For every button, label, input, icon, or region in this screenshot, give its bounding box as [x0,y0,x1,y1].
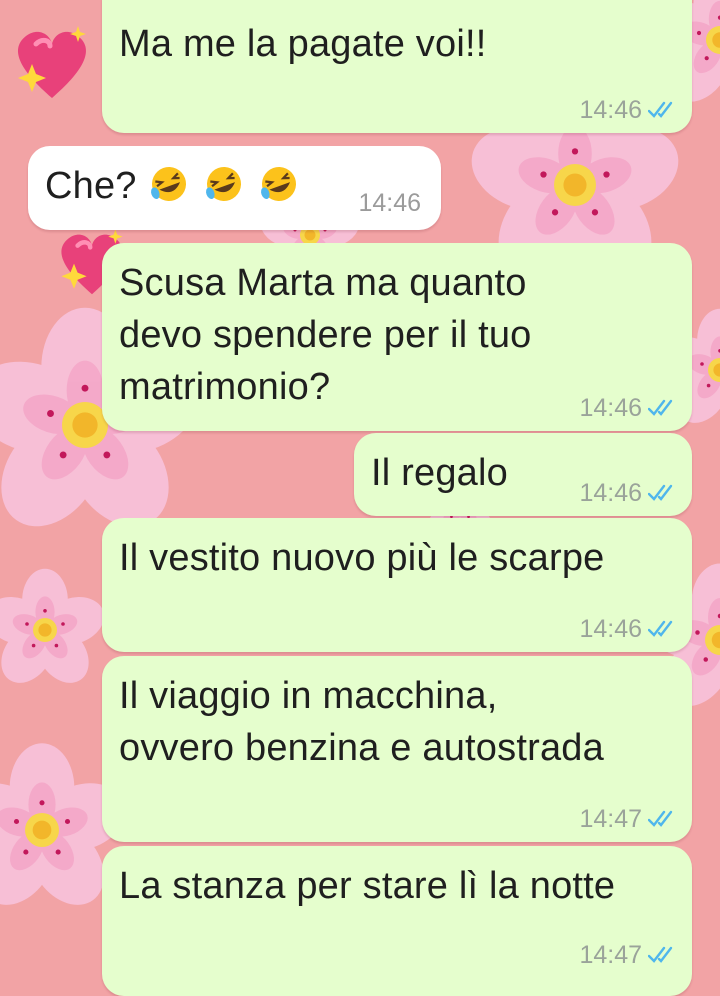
message-time: 14:46 [579,95,642,124]
message-time: 14:46 [579,393,642,422]
message-text: Che? [45,165,137,207]
message-time: 14:46 [579,478,642,507]
message-content: Che? [45,160,301,212]
message-text: Scusa Marta ma quanto devo spendere per … [119,257,532,413]
message-meta: 14:47 [579,940,678,970]
message-text: Il vestito nuovo più le scarpe [119,537,605,579]
outgoing-message[interactable]: Scusa Marta ma quanto devo spendere per … [102,243,692,431]
double-check-read-icon [648,101,678,119]
outgoing-message[interactable]: Il viaggio in macchina, ovvero benzina e… [102,656,692,842]
double-check-read-icon [648,620,678,638]
message-list[interactable]: Ma me la pagate voi!! 14:46 Che? 14:46 S… [0,0,720,996]
message-time: 14:46 [358,188,421,217]
outgoing-message[interactable]: Il vestito nuovo più le scarpe 14:46 [102,518,692,652]
rolling-on-floor-laughing-icon [257,165,301,207]
outgoing-message[interactable]: Ma me la pagate voi!! 14:46 [102,0,692,133]
message-line: Scusa Marta ma quanto [119,262,527,304]
double-check-read-icon [648,399,678,417]
incoming-message[interactable]: Che? 14:46 [28,146,441,230]
double-check-read-icon [648,946,678,964]
double-check-read-icon [648,810,678,828]
message-meta: 14:47 [579,804,678,834]
message-text: Ma me la pagate voi!! [119,23,487,65]
message-meta: 14:46 [579,393,678,423]
message-text: Il viaggio in macchina, ovvero benzina e… [119,670,604,774]
rolling-on-floor-laughing-icon [147,165,202,207]
message-meta: 14:46 [358,188,421,218]
message-line: devo spendere per il tuo [119,314,532,356]
rolling-on-floor-laughing-icon [202,165,257,207]
outgoing-message[interactable]: La stanza per stare lì la notte 14:47 [102,846,692,996]
message-meta: 14:46 [579,614,678,644]
outgoing-message[interactable]: Il regalo 14:46 [354,433,692,516]
message-time: 14:47 [579,940,642,969]
message-line: ovvero benzina e autostrada [119,727,604,769]
double-check-read-icon [648,484,678,502]
message-line: Il viaggio in macchina, [119,675,498,717]
message-text: Il regalo [371,452,508,494]
message-line: matrimonio? [119,366,331,408]
message-time: 14:47 [579,804,642,833]
message-meta: 14:46 [579,95,678,125]
message-time: 14:46 [579,614,642,643]
message-text: La stanza per stare lì la notte [119,865,616,907]
message-meta: 14:46 [579,478,678,508]
